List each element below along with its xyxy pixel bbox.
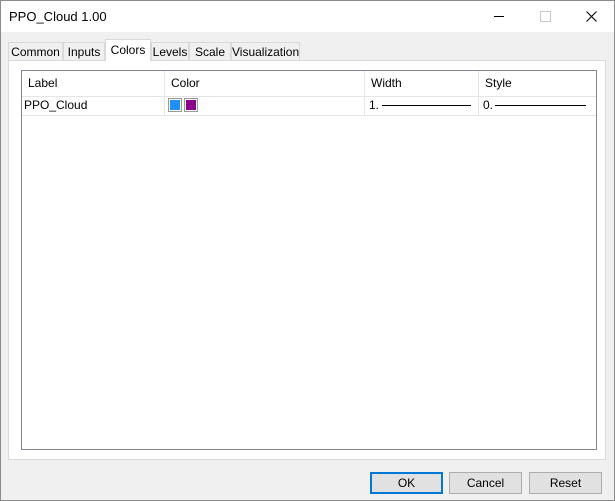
minimize-icon (494, 16, 504, 17)
tab-colors[interactable]: Colors (105, 39, 151, 61)
tab-levels[interactable]: Levels (151, 42, 189, 60)
tab-common[interactable]: Common (8, 42, 63, 60)
title-bar[interactable]: PPO_Cloud 1.00 (1, 1, 614, 32)
colors-table: Label Color Width Style PPO_Cloud 1. 0. (21, 70, 597, 450)
color-swatch-2[interactable] (184, 98, 198, 112)
width-line-sample (382, 105, 471, 106)
maximize-button (522, 1, 568, 32)
ok-button[interactable]: OK (370, 472, 443, 494)
column-header-style[interactable]: Style (479, 71, 596, 96)
color-swatch-1[interactable] (168, 98, 182, 112)
table-header: Label Color Width Style (22, 71, 596, 97)
tab-panel-colors: Label Color Width Style PPO_Cloud 1. 0. (8, 60, 606, 460)
dialog-window: PPO_Cloud 1.00 Common Inputs Colors Leve… (0, 0, 615, 501)
style-value: 0. (483, 98, 494, 112)
tab-inputs[interactable]: Inputs (63, 42, 105, 60)
close-button[interactable] (568, 1, 614, 32)
reset-button[interactable]: Reset (529, 472, 602, 494)
table-row[interactable]: PPO_Cloud 1. 0. (22, 96, 596, 116)
column-header-label[interactable]: Label (22, 71, 165, 96)
minimize-button[interactable] (476, 1, 522, 32)
maximize-icon (539, 11, 551, 22)
column-header-color[interactable]: Color (165, 71, 365, 96)
style-line-sample (495, 105, 586, 106)
row-style-cell[interactable]: 0. (479, 96, 596, 115)
window-title: PPO_Cloud 1.00 (9, 9, 107, 24)
width-value: 1. (369, 98, 380, 112)
column-header-width[interactable]: Width (365, 71, 479, 96)
row-width-cell[interactable]: 1. (365, 96, 479, 115)
tab-scale[interactable]: Scale (189, 42, 231, 60)
row-color-cell (165, 96, 365, 115)
row-label: PPO_Cloud (22, 96, 165, 115)
close-icon (585, 11, 597, 22)
cancel-button[interactable]: Cancel (449, 472, 522, 494)
tab-visualization[interactable]: Visualization (231, 42, 300, 60)
